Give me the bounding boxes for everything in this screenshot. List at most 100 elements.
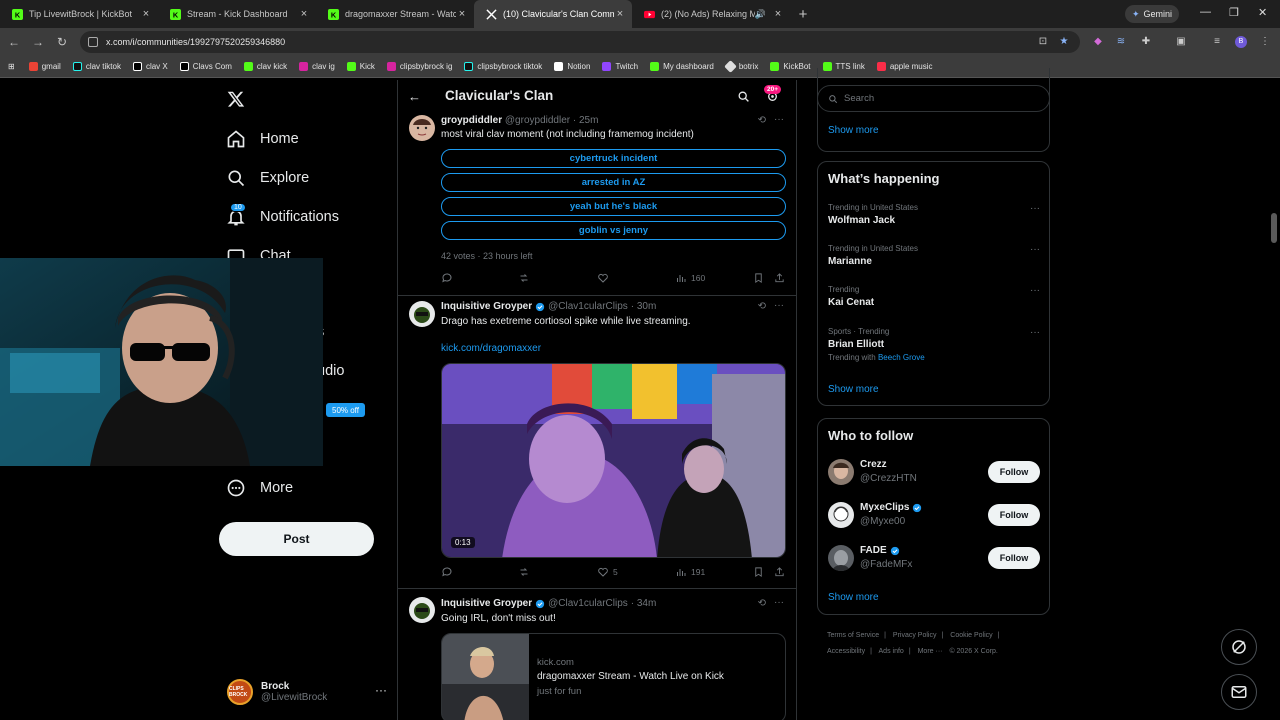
views-stat[interactable]: 160 <box>675 272 705 284</box>
poll-option[interactable]: yeah but he's black <box>441 197 786 216</box>
post-poll[interactable]: groypdiddler @groypdiddler · 25m ⟲ ··· m… <box>398 114 796 296</box>
follow-button[interactable]: Follow <box>988 504 1040 526</box>
search-icon[interactable] <box>737 90 750 103</box>
footer-link[interactable]: Cookie Policy <box>950 632 992 639</box>
profile-avatar-icon[interactable]: B <box>1235 36 1247 48</box>
avatar[interactable] <box>409 597 435 623</box>
views-stat[interactable]: 191 <box>675 566 705 578</box>
avatar[interactable] <box>828 502 854 528</box>
tab-close-icon[interactable]: × <box>772 8 784 20</box>
post-link[interactable]: kick.com/dragomaxxer <box>441 343 541 354</box>
site-info-icon[interactable] <box>88 37 98 47</box>
new-tab-button[interactable]: + <box>790 6 816 23</box>
bookmark-clavs-com[interactable]: Clavs Com <box>179 62 232 71</box>
bookmark-icon[interactable] <box>753 566 764 578</box>
poll-option[interactable]: goblin vs jenny <box>441 221 786 240</box>
bookmark-kick[interactable]: Kick <box>346 62 375 71</box>
tab-kickbot[interactable]: K Tip LivewitBrock | KickBot × <box>0 0 158 28</box>
trend-more-icon[interactable]: ··· <box>1030 327 1040 338</box>
like-icon[interactable] <box>597 272 609 284</box>
forward-nav-icon[interactable]: → <box>26 35 50 49</box>
bookmark-clav-kick[interactable]: clav kick <box>243 62 287 71</box>
reply-icon[interactable] <box>441 272 453 284</box>
side-panel-icon[interactable]: ▣ <box>1175 36 1187 48</box>
author-name[interactable]: Inquisitive Groyper <box>441 301 532 312</box>
bookmark-gmail[interactable]: gmail <box>28 62 61 71</box>
reload-icon[interactable]: ↻ <box>50 35 74 49</box>
trend-item[interactable]: Sports · Trending Brian Elliott Trending… <box>828 327 1040 362</box>
video-player[interactable]: 0:13 <box>441 363 786 558</box>
window-close-icon[interactable]: ✕ <box>1258 6 1267 19</box>
poll-option[interactable]: cybertruck incident <box>441 149 786 168</box>
bookmark-clav-tiktok[interactable]: clav tiktok <box>72 62 121 71</box>
post-more-icon[interactable]: ··· <box>774 597 784 608</box>
author-handle[interactable]: @groypdiddler <box>505 115 570 126</box>
repost-icon[interactable] <box>518 566 530 578</box>
bookmark-icon[interactable] <box>753 272 764 284</box>
follow-button[interactable]: Follow <box>988 547 1040 569</box>
page-scrollbar[interactable] <box>1271 213 1277 243</box>
author-name[interactable]: Inquisitive Groyper <box>441 598 532 609</box>
tab-clavicular-community[interactable]: (10) Clavicular's Clan Communi × <box>474 0 632 28</box>
like-stat[interactable]: 5 <box>597 566 618 578</box>
poll-option[interactable]: arrested in AZ <box>441 173 786 192</box>
grok-icon[interactable]: ⟲ <box>758 115 766 126</box>
tab-dragomaxxer[interactable]: K dragomaxxer Stream - Watch Li × <box>316 0 474 28</box>
grok-icon[interactable]: ⟲ <box>758 301 766 312</box>
post-video[interactable]: Inquisitive Groyper @Clav1cularClips · 3… <box>398 296 796 589</box>
bookmark-clav-ig[interactable]: clav ig <box>299 62 335 71</box>
post-more-icon[interactable]: ··· <box>774 300 784 311</box>
link-preview-card[interactable]: kick.com dragomaxxer Stream - Watch Live… <box>441 633 786 720</box>
footer-link[interactable]: Ads info <box>879 648 904 655</box>
back-nav-icon[interactable]: ← <box>2 35 26 49</box>
trend-more-icon[interactable]: ··· <box>1030 203 1040 214</box>
reply-icon[interactable] <box>441 566 453 578</box>
minimize-icon[interactable]: — <box>1200 6 1211 18</box>
avatar[interactable] <box>828 545 854 571</box>
browser-menu-icon[interactable]: ⋮ <box>1259 36 1271 48</box>
trend-more-icon[interactable]: ··· <box>1030 244 1040 255</box>
follow-button[interactable]: Follow <box>988 461 1040 483</box>
tab-close-icon[interactable]: × <box>140 8 152 20</box>
address-bar[interactable]: x.com/i/communities/1992797520259346880 <box>80 31 1080 53</box>
nav-more[interactable]: More <box>226 478 293 498</box>
share-icon[interactable] <box>774 566 785 578</box>
speaker-icon[interactable]: 🔊 <box>755 9 766 20</box>
author-handle[interactable]: @Clav1cularClips <box>548 598 628 609</box>
tab-kick-dashboard[interactable]: K Stream - Kick Dashboard × <box>158 0 316 28</box>
extensions-puzzle-icon[interactable]: ✚ <box>1140 36 1152 48</box>
footer-link[interactable]: Privacy Policy <box>893 632 937 639</box>
grok-icon[interactable]: ⟲ <box>758 598 766 609</box>
x-logo-icon[interactable] <box>227 90 245 108</box>
post-time[interactable]: · 30m <box>631 301 657 312</box>
post-button[interactable]: Post <box>219 522 374 556</box>
post-more-icon[interactable]: ··· <box>774 114 784 125</box>
trend-item[interactable]: Trending in United States Wolfman Jack ·… <box>828 203 1040 226</box>
bookmark-my-dashboard[interactable]: My dashboard <box>650 62 714 71</box>
restore-icon[interactable]: ❐ <box>1229 6 1239 19</box>
trend-item[interactable]: Trending in United States Marianne ··· <box>828 244 1040 267</box>
post-link-card[interactable]: Inquisitive Groyper @Clav1cularClips · 3… <box>398 589 796 720</box>
trend-more-icon[interactable]: ··· <box>1030 285 1040 296</box>
bookmark-botrix[interactable]: botrix <box>723 60 758 73</box>
post-time[interactable]: · 25m <box>573 115 599 126</box>
install-app-icon[interactable]: ⊡ <box>1037 36 1049 48</box>
media-controls-icon[interactable]: ≡ <box>1211 36 1223 48</box>
gemini-button[interactable]: ✦ Gemini <box>1125 5 1180 23</box>
repost-icon[interactable] <box>518 272 530 284</box>
show-more-link[interactable]: Show more <box>828 384 879 395</box>
bookmark-star-icon[interactable]: ★ <box>1058 36 1070 48</box>
nav-home[interactable]: Home <box>226 129 299 149</box>
nav-explore[interactable]: Explore <box>226 168 309 188</box>
nav-notifications[interactable]: 10 Notifications <box>226 203 339 227</box>
apps-grid-icon[interactable]: ⊞ <box>8 62 15 71</box>
follow-suggestion[interactable]: Crezz @CrezzHTN Follow <box>828 457 1040 489</box>
bookmark-clav-x[interactable]: clav X <box>132 62 168 71</box>
avatar[interactable] <box>409 301 435 327</box>
messages-fab-button[interactable] <box>1221 674 1257 710</box>
avatar[interactable] <box>409 115 435 141</box>
tab-close-icon[interactable]: × <box>298 8 310 20</box>
trend-item[interactable]: Trending Kai Cenat ··· <box>828 285 1040 308</box>
tab-close-icon[interactable]: × <box>614 8 626 20</box>
post-time[interactable]: · 34m <box>631 598 657 609</box>
